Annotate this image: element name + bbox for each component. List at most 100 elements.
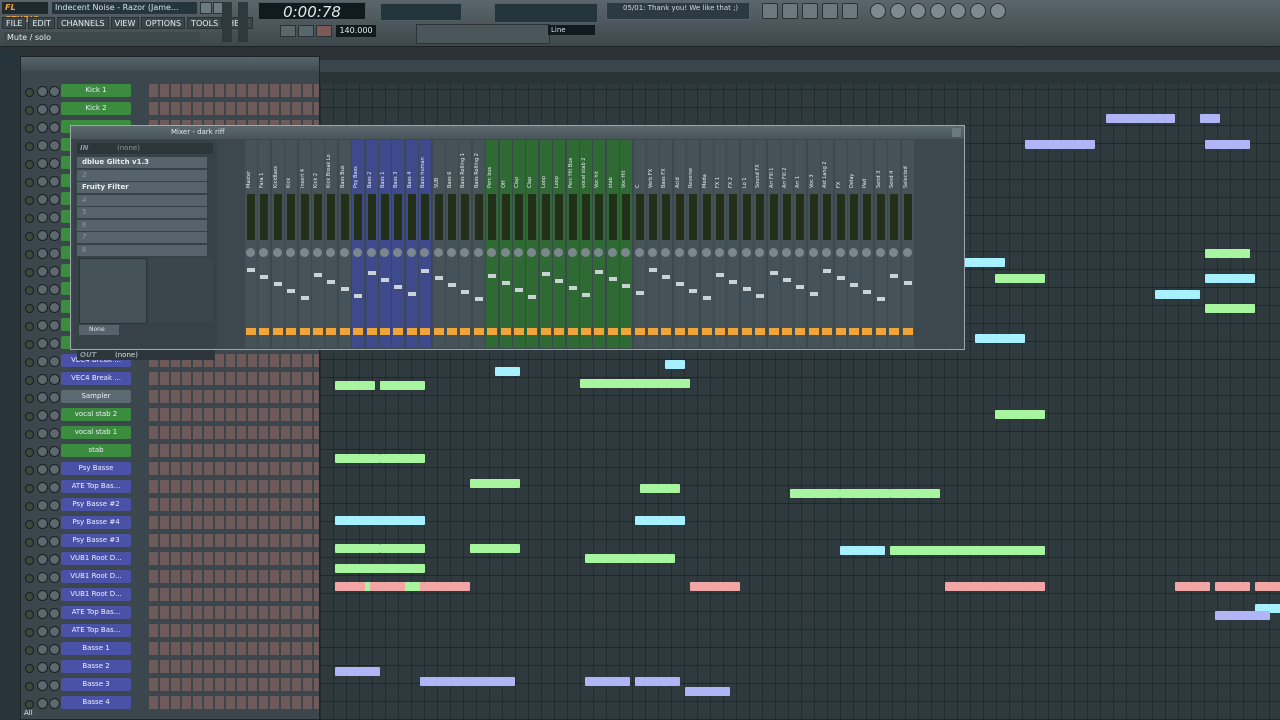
channel-volume-knob[interactable] — [37, 464, 48, 475]
track-volume-fader[interactable] — [689, 289, 698, 293]
track-mute-knob[interactable] — [473, 248, 483, 257]
channel-pan-knob[interactable] — [49, 140, 60, 151]
track-volume-fader[interactable] — [501, 281, 510, 285]
track-send-button[interactable] — [406, 328, 417, 335]
track-mute-knob[interactable] — [581, 248, 590, 257]
track-mute-knob[interactable] — [715, 248, 724, 257]
search-icon[interactable] — [950, 3, 966, 19]
mixer-track[interactable]: Bass 3 — [392, 140, 405, 348]
master-pitch-slider[interactable] — [238, 2, 248, 42]
channel-pan-knob[interactable] — [49, 374, 60, 385]
channel-filter-label[interactable]: All — [24, 709, 33, 717]
channel-button[interactable]: Basse 3 — [61, 678, 131, 691]
channel-volume-knob[interactable] — [37, 446, 48, 457]
pattern-clip[interactable] — [420, 582, 470, 591]
track-volume-fader[interactable] — [367, 271, 376, 275]
channel-volume-knob[interactable] — [37, 320, 48, 331]
channel-pan-knob[interactable] — [49, 590, 60, 601]
step-sequencer[interactable] — [149, 534, 319, 547]
pattern-clip[interactable] — [335, 381, 375, 390]
track-send-button[interactable] — [514, 328, 524, 335]
mixer-close-icon[interactable] — [952, 128, 961, 137]
channel-button[interactable]: Psy Basse — [61, 462, 131, 475]
tools-icon[interactable] — [970, 3, 986, 19]
channel-pan-knob[interactable] — [49, 266, 60, 277]
step-sequencer[interactable] — [149, 480, 319, 493]
channel-pan-knob[interactable] — [49, 698, 60, 709]
pattern-clip[interactable] — [840, 489, 890, 498]
track-send-button[interactable] — [875, 328, 886, 335]
pattern-clip[interactable] — [1255, 582, 1280, 591]
channel-pan-knob[interactable] — [49, 338, 60, 349]
mixer-track[interactable]: Loop — [553, 140, 566, 348]
channel-pan-knob[interactable] — [49, 644, 60, 655]
track-volume-fader[interactable] — [729, 280, 738, 284]
track-volume-fader[interactable] — [394, 285, 403, 289]
channel-button[interactable]: VUB1 Root D... — [61, 552, 131, 565]
channel-volume-knob[interactable] — [37, 374, 48, 385]
channel-button[interactable]: VUB1 Root D... — [61, 588, 131, 601]
pattern-clip[interactable] — [380, 454, 425, 463]
track-mute-knob[interactable] — [460, 248, 470, 257]
eq-preset[interactable]: None — [79, 325, 119, 335]
track-volume-fader[interactable] — [407, 292, 416, 296]
pattern-clip[interactable] — [335, 454, 380, 463]
pattern-clip[interactable] — [635, 516, 685, 525]
track-volume-fader[interactable] — [515, 288, 523, 292]
pattern-clip[interactable] — [335, 564, 425, 573]
step-sequencer[interactable] — [149, 678, 319, 691]
eq-display[interactable] — [79, 258, 147, 324]
channel-mute-led[interactable] — [25, 358, 34, 367]
track-volume-fader[interactable] — [260, 275, 269, 279]
track-send-button[interactable] — [420, 328, 431, 335]
mixer-track[interactable]: SUB — [432, 140, 445, 348]
pattern-clip[interactable] — [1215, 582, 1250, 591]
channel-volume-knob[interactable] — [37, 680, 48, 691]
channel-volume-knob[interactable] — [37, 212, 48, 223]
track-send-button[interactable] — [581, 328, 591, 335]
channel-pan-knob[interactable] — [49, 410, 60, 421]
mixer-track[interactable]: Bass Rolling 1 — [459, 140, 472, 348]
track-volume-fader[interactable] — [836, 276, 845, 280]
track-mute-knob[interactable] — [433, 248, 443, 257]
track-volume-fader[interactable] — [354, 294, 363, 298]
channel-pan-knob[interactable] — [49, 554, 60, 565]
track-mute-knob[interactable] — [889, 248, 899, 257]
channel-mute-led[interactable] — [25, 610, 34, 619]
channel-mute-led[interactable] — [25, 106, 34, 115]
track-send-button[interactable] — [353, 328, 364, 335]
track-mute-knob[interactable] — [661, 248, 671, 257]
channel-pan-knob[interactable] — [49, 662, 60, 673]
mixer-track[interactable]: FX 1 — [714, 140, 726, 348]
channel-volume-knob[interactable] — [37, 626, 48, 637]
pattern-clip[interactable] — [1205, 249, 1250, 258]
fx-slot[interactable]: 5 — [77, 207, 207, 218]
step-sequencer[interactable] — [149, 372, 319, 385]
channel-pan-knob[interactable] — [49, 572, 60, 583]
mixer-title-bar[interactable]: Mixer - dark riff — [71, 126, 964, 139]
mixer-track[interactable]: Fara 1 — [258, 140, 271, 348]
track-volume-fader[interactable] — [582, 293, 590, 297]
track-mute-knob[interactable] — [674, 248, 684, 257]
pattern-options-panel[interactable] — [416, 24, 550, 44]
pattern-clip[interactable] — [690, 582, 740, 591]
track-send-button[interactable] — [313, 328, 323, 335]
mixer-track[interactable]: Psy Bass — [352, 140, 365, 348]
mixer-track[interactable]: Bass human — [419, 140, 432, 348]
channel-volume-knob[interactable] — [37, 428, 48, 439]
track-volume-fader[interactable] — [783, 278, 791, 282]
channel-volume-knob[interactable] — [37, 536, 48, 547]
track-send-button[interactable] — [326, 328, 337, 335]
pattern-clip[interactable] — [995, 410, 1045, 419]
pattern-clip[interactable] — [995, 274, 1045, 283]
track-send-button[interactable] — [433, 328, 444, 335]
mixer-track[interactable]: Meda — [700, 140, 713, 348]
track-volume-fader[interactable] — [340, 287, 349, 291]
track-volume-fader[interactable] — [622, 284, 631, 288]
track-mute-knob[interactable] — [420, 248, 430, 257]
pattern-clip[interactable] — [790, 489, 840, 498]
track-mute-knob[interactable] — [299, 248, 309, 257]
channel-pan-knob[interactable] — [49, 518, 60, 529]
step-sequencer[interactable] — [149, 570, 319, 583]
channel-pan-knob[interactable] — [49, 230, 60, 241]
